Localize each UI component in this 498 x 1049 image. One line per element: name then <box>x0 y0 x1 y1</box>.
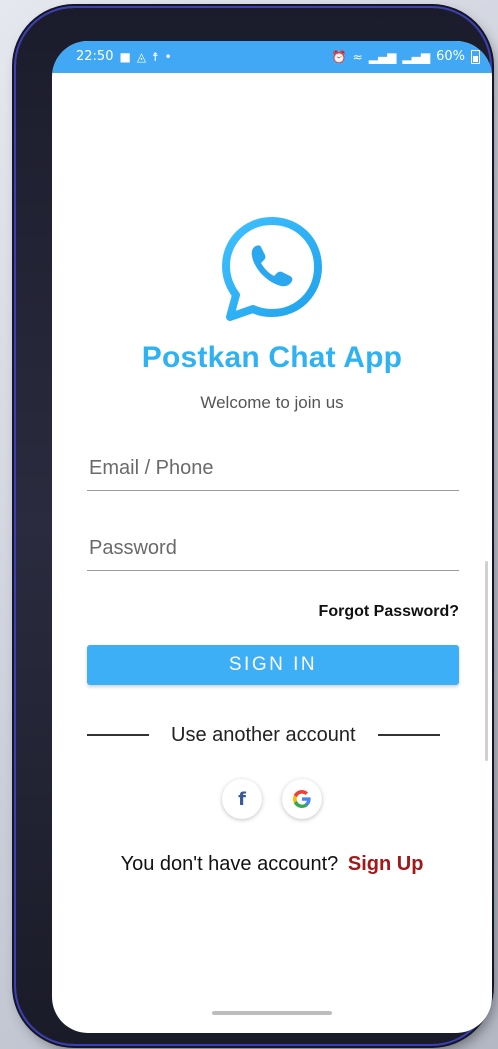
signal-icon: ▂▄▆ <box>368 49 397 64</box>
email-phone-input[interactable] <box>87 447 459 491</box>
app-tagline: Welcome to join us <box>200 393 344 412</box>
sign-up-link[interactable]: Sign Up <box>348 853 424 875</box>
divider-line-left <box>87 734 149 736</box>
divider-text: Use another account <box>171 723 356 746</box>
scrollbar[interactable] <box>485 561 488 761</box>
sign-in-button[interactable]: SIGN IN <box>87 645 459 685</box>
signal-icon: ▂▄▆ <box>402 49 431 64</box>
signup-prompt-row: You don't have account? Sign Up <box>52 853 492 876</box>
home-indicator[interactable] <box>212 1011 332 1015</box>
google-login-button[interactable] <box>282 779 322 819</box>
divider-line-right <box>377 734 440 736</box>
alt-login-divider: Use another account <box>87 723 459 747</box>
app-title: Postkan Chat App <box>141 341 403 374</box>
phone-frame: 22:50 ■ ◬ ☨ • ⏰ ≈ ▂▄▆ ▂▄▆ 60% Postkan Ch… <box>16 8 492 1044</box>
alarm-icon: ⏰ <box>331 49 347 64</box>
app-screen: 22:50 ■ ◬ ☨ • ⏰ ≈ ▂▄▆ ▂▄▆ 60% Postkan Ch… <box>52 41 492 1033</box>
accessibility-icon: ☨ <box>152 49 159 64</box>
sync-icon: ◬ <box>136 49 147 64</box>
wifi-icon: ≈ <box>352 49 363 64</box>
battery-icon <box>471 49 480 64</box>
signup-prompt: You don't have account? <box>120 853 339 875</box>
chat-phone-icon <box>222 217 322 321</box>
status-bar: 22:50 ■ ◬ ☨ • ⏰ ≈ ▂▄▆ ▂▄▆ 60% <box>52 41 492 73</box>
google-icon <box>293 790 311 808</box>
video-icon: ■ <box>119 49 131 64</box>
status-time: 22:50 <box>76 49 114 64</box>
dot-icon: • <box>164 49 172 64</box>
forgot-password-link[interactable]: Forgot Password? <box>319 603 459 621</box>
facebook-icon: f <box>238 788 246 810</box>
facebook-login-button[interactable]: f <box>222 779 262 819</box>
password-input[interactable] <box>87 527 459 571</box>
battery-percent: 60% <box>436 49 465 64</box>
